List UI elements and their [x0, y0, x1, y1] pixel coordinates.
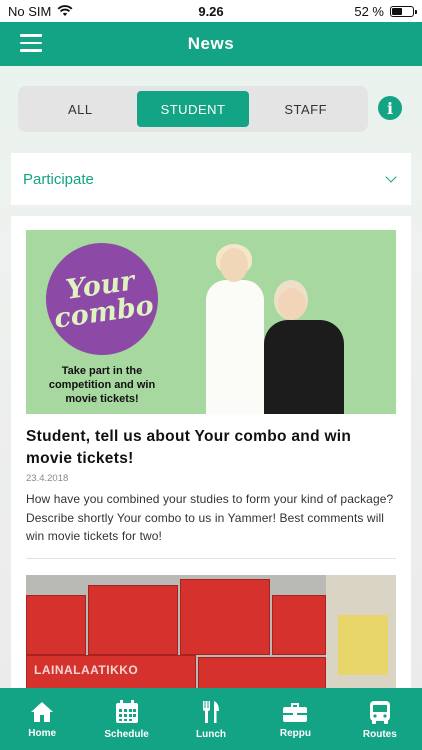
battery-percent: 52 %	[354, 3, 384, 19]
tab-home[interactable]: Home	[0, 688, 84, 750]
bus-icon	[369, 700, 390, 724]
your-combo-logo: Your combo	[38, 235, 166, 363]
briefcase-icon	[283, 702, 308, 722]
crate-label: LAINALAATIKKO	[34, 662, 139, 677]
calendar-icon	[115, 699, 138, 723]
status-left: No SIM	[8, 4, 73, 19]
battery-icon	[390, 5, 417, 17]
wifi-icon	[57, 5, 73, 16]
news-date: 23.4.2018	[26, 472, 69, 484]
image-caption: Take part in the competition and win mov…	[48, 365, 156, 405]
tab-schedule[interactable]: Schedule	[84, 688, 168, 750]
person-illustration	[258, 280, 348, 414]
fork-knife-icon	[203, 700, 220, 723]
battery-fill	[392, 7, 403, 15]
home-icon	[31, 701, 54, 722]
status-right: 52 %	[354, 3, 417, 19]
news-image: Your combo Take part in the competition …	[26, 230, 396, 414]
category-dropdown[interactable]: Participate	[11, 153, 411, 205]
tab-lunch[interactable]: Lunch	[169, 688, 253, 750]
content-area: ALL STUDENT STAFF i Participate Your com…	[0, 66, 422, 688]
news-image: LAINALAATIKKO	[26, 574, 396, 688]
filter-staff[interactable]: STAFF	[249, 91, 362, 127]
tab-bar: Home Schedule Lunch Reppu Routes	[0, 688, 422, 750]
news-card[interactable]: LAINALAATIKKO	[11, 574, 411, 688]
news-card[interactable]: Your combo Take part in the competition …	[11, 216, 411, 559]
tab-reppu[interactable]: Reppu	[253, 688, 337, 750]
page-title: News	[187, 34, 235, 53]
news-list: Your combo Take part in the competition …	[11, 216, 411, 688]
app-bar: News	[0, 22, 422, 66]
filter-all[interactable]: ALL	[24, 91, 137, 127]
news-excerpt: How have you combined your studies to fo…	[26, 491, 394, 544]
info-icon[interactable]: i	[378, 96, 402, 120]
divider	[26, 557, 396, 559]
news-title[interactable]: Student, tell us about Your combo and wi…	[26, 426, 396, 471]
filter-student[interactable]: STUDENT	[136, 91, 250, 127]
hamburger-menu-icon[interactable]	[20, 34, 42, 52]
status-bar: No SIM 9.26 52 %	[0, 0, 422, 22]
carrier-label: No SIM	[8, 3, 52, 19]
tab-routes[interactable]: Routes	[338, 688, 422, 750]
category-dropdown-value: Participate	[23, 170, 94, 188]
chevron-down-icon	[385, 171, 397, 183]
status-time: 9.26	[198, 3, 224, 19]
audience-filter: ALL STUDENT STAFF	[18, 86, 368, 132]
